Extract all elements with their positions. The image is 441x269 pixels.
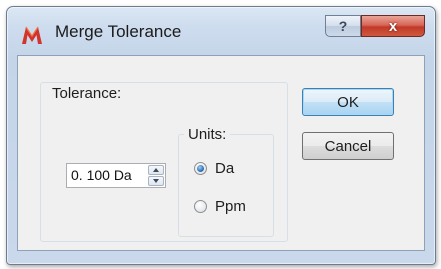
tolerance-spinbox[interactable] bbox=[66, 163, 166, 188]
spin-up-arrow-icon[interactable] bbox=[148, 165, 164, 175]
dialog-client-area: Tolerance: Units: Da Ppm OK Cancel bbox=[17, 55, 425, 251]
cancel-button[interactable]: Cancel bbox=[302, 132, 394, 160]
window-title: Merge Tolerance bbox=[55, 22, 182, 41]
units-group bbox=[178, 134, 274, 237]
radio-ppm-label[interactable]: Ppm bbox=[215, 198, 246, 215]
close-button[interactable]: x bbox=[361, 15, 425, 37]
help-icon: ? bbox=[338, 18, 348, 34]
radio-da-label[interactable]: Da bbox=[215, 160, 234, 177]
title-bar[interactable]: Merge Tolerance ? x bbox=[7, 7, 435, 55]
ok-button[interactable]: OK bbox=[302, 88, 394, 116]
units-group-label: Units: bbox=[184, 126, 231, 143]
dialog-window: Merge Tolerance ? x Tolerance: Units: Da… bbox=[6, 6, 436, 265]
radio-ppm-icon[interactable] bbox=[194, 200, 207, 213]
spin-down-arrow-icon[interactable] bbox=[148, 176, 164, 186]
tolerance-input[interactable] bbox=[67, 164, 145, 187]
spin-buttons bbox=[148, 165, 164, 186]
radio-da-icon[interactable] bbox=[194, 162, 207, 175]
app-m-icon bbox=[22, 26, 42, 44]
radio-da[interactable]: Da bbox=[194, 160, 234, 177]
radio-ppm[interactable]: Ppm bbox=[194, 198, 246, 215]
tolerance-group-label: Tolerance: bbox=[48, 85, 126, 102]
close-icon: x bbox=[388, 17, 398, 35]
help-button[interactable]: ? bbox=[325, 15, 361, 37]
